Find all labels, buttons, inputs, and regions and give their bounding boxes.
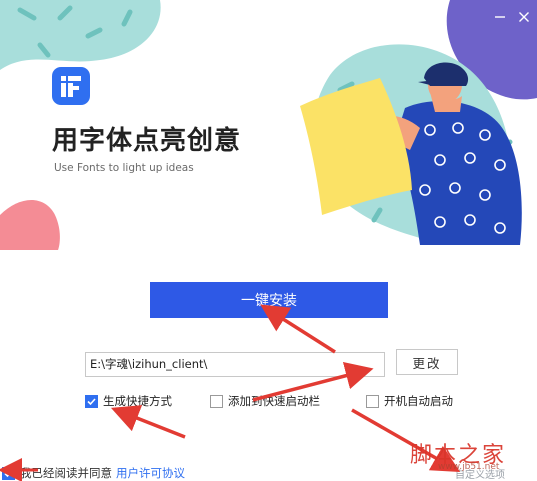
pink-blob [0,200,60,250]
install-path-input[interactable]: E:\字魂\izihun_client\ [85,352,385,377]
change-path-button[interactable]: 更改 [396,349,458,375]
agreement-text: 我已经阅读并同意 [20,466,112,480]
license-agreement: 我已经阅读并同意 用户许可协议 [0,465,185,481]
ifonts-logo-icon [52,67,90,105]
minimize-button[interactable] [490,8,510,26]
arrow-to-shortcut [110,405,186,439]
minimize-icon [495,16,505,18]
checkbox-checked-icon[interactable] [2,466,15,480]
checkbox-icon[interactable] [210,394,223,408]
checkbox-icon[interactable] [366,394,379,408]
option-add-quick-launch[interactable]: 添加到快速启动栏 [210,393,320,409]
option-auto-start[interactable]: 开机自动启动 [366,393,453,409]
installer-window: 用字体点亮创意 Use Fonts to light up ideas 一键安装… [0,0,537,481]
subline: Use Fonts to light up ideas [54,162,194,174]
option-label: 开机自动启动 [384,394,453,408]
close-button[interactable] [514,8,534,26]
close-icon [519,12,529,22]
headline: 用字体点亮创意 [52,126,242,156]
option-label: 生成快捷方式 [103,394,172,408]
checkbox-checked-icon[interactable] [85,394,98,408]
arrow-to-install [260,304,336,354]
one-click-install-button[interactable]: 一键安装 [150,282,388,318]
option-create-shortcut[interactable]: 生成快捷方式 [85,393,172,409]
license-link[interactable]: 用户许可协议 [116,465,185,481]
watermark-url: www.jb51.net [438,462,500,472]
option-label: 添加到快速启动栏 [228,394,320,408]
